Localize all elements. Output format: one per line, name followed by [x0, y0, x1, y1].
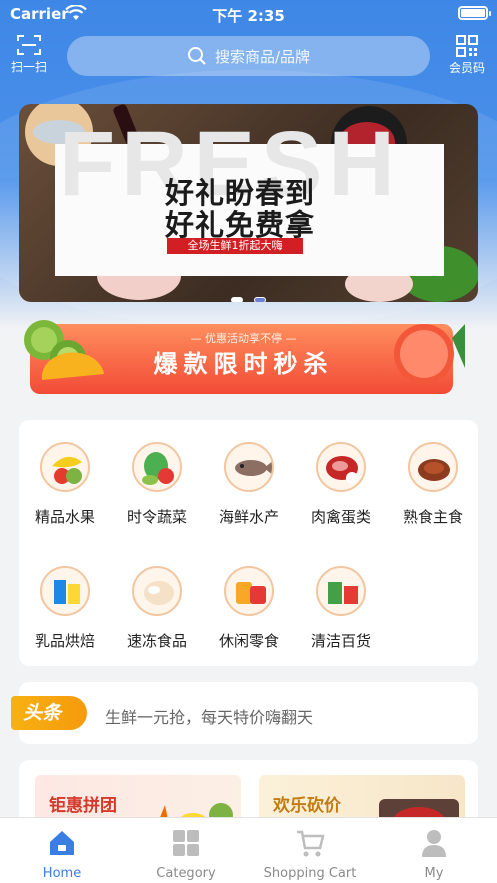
tab-home-label: Home: [42, 866, 82, 881]
category-item-cleaning[interactable]: 清洁百货: [301, 566, 381, 666]
tab-shopping-cart[interactable]: Shopping Cart: [248, 818, 372, 883]
scan-icon: [17, 35, 41, 55]
battery-icon: [458, 6, 491, 20]
snack-icon: [224, 566, 274, 616]
seafood-icon: [224, 442, 274, 492]
flash-sale-banner[interactable]: — 优惠活动享不停 — 爆款限时秒杀: [22, 318, 465, 396]
tab-cart-label: Shopping Cart: [263, 866, 357, 881]
search-input[interactable]: 搜索商品/品牌: [67, 36, 430, 76]
dairy-icon: [40, 566, 90, 616]
cooked-food-icon: [408, 442, 458, 492]
group-buy-title: 钜惠拼团: [49, 796, 117, 816]
member-code-button[interactable]: 会员码: [445, 32, 489, 78]
flash-sale-title: 爆款限时秒杀: [153, 350, 334, 378]
bottom-tab-bar: Home Category Shopping Cart My: [0, 817, 497, 883]
cleaning-icon: [316, 566, 366, 616]
headline-text: 生鲜一元抢，每天特价嗨翻天: [105, 708, 314, 727]
category-label: 熟食主食: [402, 508, 463, 526]
qr-code-icon: [456, 35, 478, 57]
category-item-snack[interactable]: 休闲零食: [209, 566, 289, 666]
category-item-seafood[interactable]: 海鲜水产: [209, 442, 289, 542]
meat-icon: [316, 442, 366, 492]
category-item-fruit[interactable]: 精品水果: [25, 442, 105, 542]
category-label: 肉禽蛋类: [310, 508, 371, 526]
banner-dot-2[interactable]: [254, 297, 267, 302]
frozen-food-icon: [132, 566, 182, 616]
fruit-icon: [40, 442, 90, 492]
banner-pagination[interactable]: [19, 288, 478, 302]
search-icon: [187, 47, 206, 65]
category-label: 乳品烘焙: [34, 632, 95, 650]
category-label: 精品水果: [34, 508, 95, 526]
tab-category-label: Category: [156, 866, 216, 881]
banner-tag: 全场生鲜1折起大嗨: [167, 238, 303, 254]
category-icon: [173, 830, 199, 856]
category-item-frozen-food[interactable]: 速冻食品: [117, 566, 197, 666]
home-icon: [50, 831, 74, 855]
vegetable-icon: [132, 442, 182, 492]
tab-category[interactable]: Category: [124, 818, 248, 883]
tab-home[interactable]: Home: [0, 818, 124, 883]
category-label: 休闲零食: [218, 632, 279, 650]
tab-my-label: My: [424, 866, 444, 881]
member-code-label: 会员码: [448, 61, 485, 75]
tab-my[interactable]: My: [372, 818, 496, 883]
category-label: 海鲜水产: [218, 508, 279, 526]
scan-button[interactable]: 扫一扫: [6, 32, 52, 78]
cart-icon: [297, 830, 325, 857]
category-item-vegetable[interactable]: 时令蔬菜: [117, 442, 197, 542]
category-item-cooked-food[interactable]: 熟食主食: [393, 442, 473, 542]
user-icon: [422, 830, 446, 857]
bargain-title: 欢乐砍价: [273, 796, 341, 816]
banner-dot-1[interactable]: [230, 297, 243, 302]
headline-news-bar[interactable]: 头条 生鲜一元抢，每天特价嗨翻天: [11, 682, 478, 744]
category-item-meat[interactable]: 肉禽蛋类: [301, 442, 381, 542]
scan-label: 扫一扫: [10, 60, 47, 74]
search-placeholder: 搜索商品/品牌: [214, 47, 311, 66]
category-grid: 精品水果 时令蔬菜 海鲜水产 肉禽蛋类 熟食主食 乳品烘焙 速冻食品 休闲零食 …: [19, 420, 478, 666]
status-time: 下午 2:35: [212, 7, 285, 25]
category-label: 时令蔬菜: [126, 508, 187, 526]
category-item-dairy[interactable]: 乳品烘焙: [25, 566, 105, 666]
category-label: 速冻食品: [126, 632, 187, 650]
category-label: 清洁百货: [310, 632, 371, 650]
status-bar: Carrier 下午 2:35: [0, 0, 497, 28]
promo-banner[interactable]: FRESH 好礼盼春到 好礼免费拿 全场生鲜1折起大嗨: [19, 104, 478, 302]
headline-badge: 头条: [11, 696, 87, 730]
